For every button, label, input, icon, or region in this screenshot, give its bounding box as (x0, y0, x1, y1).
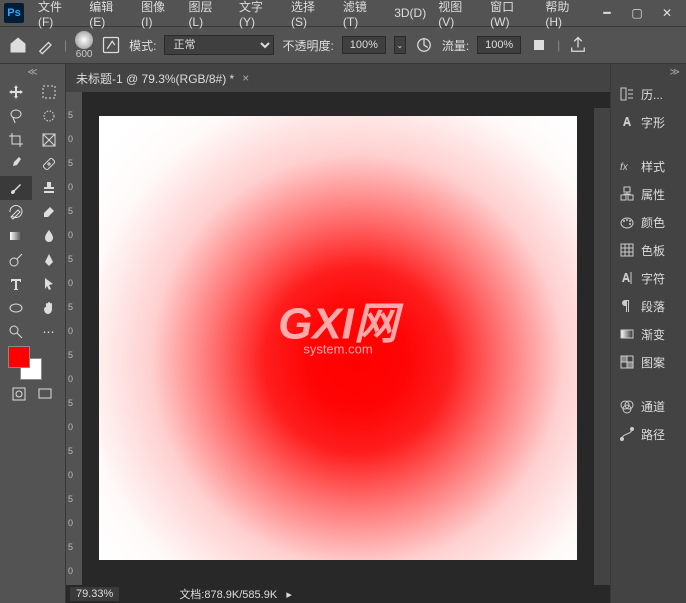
panel-pattern[interactable]: 图案 (611, 348, 686, 376)
shape-tool[interactable] (0, 296, 32, 320)
canvas-viewport[interactable]: GXI网 system.com (82, 108, 594, 585)
panel-channels[interactable]: 通道 (611, 392, 686, 420)
menu-view[interactable]: 视图(V) (432, 0, 484, 29)
tools-collapse[interactable]: ≪ (0, 64, 65, 80)
flow-label: 流量: (442, 37, 469, 54)
panel-glyphs[interactable]: 字形 (611, 108, 686, 136)
type-tool[interactable] (0, 272, 32, 296)
brush-size-label: 600 (76, 49, 93, 60)
tab-close-icon[interactable]: × (242, 71, 249, 85)
doc-info[interactable]: 文档:878.9K/585.9K ▸ (179, 586, 292, 602)
healing-tool[interactable] (33, 152, 65, 176)
pen-tool[interactable] (33, 248, 65, 272)
panel-styles[interactable]: fx样式 (611, 152, 686, 180)
menu-type[interactable]: 文字(Y) (233, 0, 285, 29)
quick-select-tool[interactable] (33, 104, 65, 128)
menu-image[interactable]: 图像(I) (135, 0, 182, 29)
crop-tool[interactable] (0, 128, 32, 152)
document-tab-bar: 未标题-1 @ 79.3%(RGB/8#) * × (66, 64, 610, 92)
pressure-opacity-icon[interactable] (414, 35, 434, 55)
stamp-tool[interactable] (33, 176, 65, 200)
panel-gradient[interactable]: 渐变 (611, 320, 686, 348)
tools-panel: ≪ ⋯ (0, 64, 66, 603)
menu-edit[interactable]: 编辑(E) (83, 0, 135, 29)
gradient-tool[interactable] (0, 224, 32, 248)
move-tool[interactable] (0, 80, 32, 104)
frame-tool[interactable] (33, 128, 65, 152)
blur-tool[interactable] (33, 224, 65, 248)
menu-file[interactable]: 文件(F) (32, 0, 83, 29)
home-icon[interactable] (8, 35, 28, 55)
panel-history[interactable]: 历... (611, 80, 686, 108)
color-swatches[interactable] (0, 344, 65, 380)
panels-collapse[interactable]: ≫ (611, 64, 686, 80)
flow-input[interactable] (477, 36, 521, 54)
ruler-vertical[interactable]: 50505050505050505050 (66, 108, 82, 585)
maximize-button[interactable]: ▢ (622, 1, 652, 25)
brush-preview[interactable]: 600 (75, 31, 93, 60)
panel-swatches[interactable]: 色板 (611, 236, 686, 264)
brush-panel-icon[interactable] (101, 35, 121, 55)
ruler-corner (66, 92, 82, 108)
menu-filter[interactable]: 滤镜(T) (337, 0, 388, 29)
menu-window[interactable]: 窗口(W) (484, 0, 539, 29)
options-bar: | 600 模式: 正常 不透明度: ⌄ 流量: | (0, 26, 686, 64)
menu-select[interactable]: 选择(S) (285, 0, 337, 29)
menu-help[interactable]: 帮助(H) (539, 0, 592, 29)
brush-tool-icon[interactable] (36, 35, 56, 55)
minimize-button[interactable]: ━ (592, 1, 622, 25)
window-controls: ━ ▢ ✕ (592, 1, 682, 25)
history-brush-tool[interactable] (0, 200, 32, 224)
blend-mode-select[interactable]: 正常 (164, 35, 274, 55)
menu-layer[interactable]: 图层(L) (182, 0, 233, 29)
eraser-tool[interactable] (33, 200, 65, 224)
menu-bar: Ps 文件(F) 编辑(E) 图像(I) 图层(L) 文字(Y) 选择(S) 滤… (0, 0, 686, 26)
canvas-content (99, 116, 577, 560)
opacity-input[interactable] (342, 36, 386, 54)
menu-3d[interactable]: 3D(D) (388, 6, 432, 20)
panel-color[interactable]: 颜色 (611, 208, 686, 236)
opacity-chevron[interactable]: ⌄ (394, 36, 406, 54)
panels-dock: ≫ 历... 字形 fx样式 属性 颜色 色板 字符 段落 渐变 图案 通道 路… (610, 64, 686, 603)
svg-text:fx: fx (620, 162, 629, 173)
panel-paths[interactable]: 路径 (611, 420, 686, 448)
brush-preview-dot (75, 31, 93, 49)
airbrush-icon[interactable] (529, 35, 549, 55)
opacity-label: 不透明度: (282, 37, 333, 54)
eyedropper-tool[interactable] (0, 152, 32, 176)
panel-properties[interactable]: 属性 (611, 180, 686, 208)
zoom-tool[interactable] (0, 320, 32, 344)
quick-mask-icon[interactable] (8, 384, 30, 404)
document-area: 未标题-1 @ 79.3%(RGB/8#) * × 05010015020025… (66, 64, 610, 603)
close-button[interactable]: ✕ (652, 1, 682, 25)
screen-mode-icon[interactable] (34, 384, 56, 404)
zoom-level[interactable]: 79.33% (70, 587, 119, 601)
hand-tool[interactable] (33, 296, 65, 320)
document-tab[interactable]: 未标题-1 @ 79.3%(RGB/8#) * (76, 70, 234, 87)
lasso-tool[interactable] (0, 104, 32, 128)
dodge-tool[interactable] (0, 248, 32, 272)
panel-paragraph[interactable]: 段落 (611, 292, 686, 320)
vertical-scrollbar[interactable] (594, 108, 610, 585)
status-bar: 79.33% 文档:878.9K/585.9K ▸ (66, 585, 610, 603)
marquee-tool[interactable] (33, 80, 65, 104)
brush-tool[interactable] (0, 176, 32, 200)
edit-toolbar[interactable]: ⋯ (33, 320, 65, 344)
panel-character[interactable]: 字符 (611, 264, 686, 292)
foreground-color-swatch[interactable] (8, 346, 30, 368)
path-select-tool[interactable] (33, 272, 65, 296)
canvas[interactable]: GXI网 system.com (99, 116, 577, 560)
mode-label: 模式: (129, 37, 156, 54)
app-logo: Ps (4, 3, 24, 23)
share-icon[interactable] (568, 35, 588, 55)
